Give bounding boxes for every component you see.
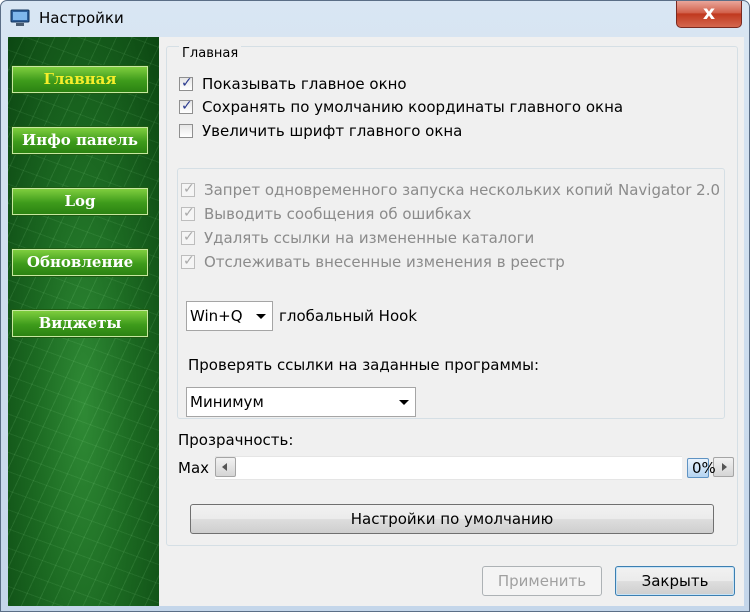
computer-icon: [10, 9, 30, 26]
checkbox-label: Увеличить шрифт главного окна: [202, 122, 463, 140]
slider-right-button[interactable]: [713, 457, 734, 477]
arrow-left-icon: [222, 463, 227, 471]
hotkey-label: глобальный Hook: [279, 307, 418, 325]
checkmark-icon: ✓: [183, 205, 195, 221]
transparency-value: 0%: [692, 459, 716, 477]
settings-panel: Главная ✓ Показывать главное окно ✓ Сохр…: [159, 37, 744, 606]
checkmark-icon: ✓: [181, 98, 193, 114]
checkbox-label: Удалять ссылки на измененные каталоги: [204, 229, 535, 247]
checkbox-box: ✓: [181, 229, 195, 245]
checkbox-box: ✓: [181, 205, 195, 221]
sidebar-item-update[interactable]: Обновление: [12, 249, 148, 276]
checkbox-box: ✓: [179, 75, 193, 91]
window-title: Настройки: [39, 9, 124, 27]
checkmark-icon: ✓: [183, 181, 195, 197]
sidebar-item-info-panel[interactable]: Инфо панель: [12, 127, 148, 154]
transparency-slider[interactable]: [215, 456, 734, 480]
sidebar-item-log[interactable]: Log: [12, 188, 148, 215]
restore-defaults-button[interactable]: Настройки по умолчанию: [190, 504, 714, 534]
checkbox-label: Показывать главное окно: [202, 75, 407, 93]
checkbox-label: Выводить сообщения об ошибках: [204, 205, 472, 223]
checkbox-box: ✓: [181, 253, 195, 269]
check-links-label: Проверять ссылки на заданные программы:: [188, 356, 540, 374]
title-bar[interactable]: Настройки x: [1, 1, 749, 37]
settings-window: Настройки x Главная Инфо панель Log Обно…: [0, 0, 750, 612]
checkbox-box: ✓: [179, 98, 193, 114]
sidebar: Главная Инфо панель Log Обновление Видже…: [8, 37, 159, 606]
group-title: Главная: [179, 46, 242, 61]
close-button[interactable]: Закрыть: [615, 566, 735, 596]
slider-left-button[interactable]: [215, 457, 236, 477]
checkbox-label: Запрет одновременного запуска нескольких…: [204, 181, 721, 199]
checkbox-label: Отслеживать внесенные изменения в реестр: [204, 253, 565, 271]
check-links-select[interactable]: Минимум: [186, 387, 416, 417]
chevron-down-icon: [399, 400, 409, 405]
checkmark-icon: ✓: [183, 253, 195, 269]
check-links-value: Минимум: [190, 393, 264, 411]
chevron-down-icon: [256, 314, 266, 319]
sidebar-item-widgets[interactable]: Виджеты: [12, 310, 148, 337]
checkbox-box: ✓: [181, 181, 195, 197]
transparency-min-label: Max: [178, 459, 210, 477]
hotkey-value: Win+Q: [190, 307, 243, 325]
arrow-right-icon: [722, 463, 727, 471]
close-icon: x: [702, 2, 716, 24]
checkbox-box: [179, 124, 193, 138]
sidebar-item-main[interactable]: Главная: [12, 66, 148, 93]
transparency-label: Прозрачность:: [178, 431, 294, 449]
checkmark-icon: ✓: [183, 229, 195, 245]
hotkey-select[interactable]: Win+Q: [186, 301, 273, 331]
apply-button[interactable]: Применить: [482, 566, 602, 596]
checkbox-label: Сохранять по умолчанию координаты главно…: [202, 98, 624, 116]
close-window-button[interactable]: x: [676, 1, 742, 28]
advanced-settings-group: ✓ Запрет одновременного запуска нескольк…: [177, 168, 725, 419]
checkmark-icon: ✓: [181, 75, 193, 91]
